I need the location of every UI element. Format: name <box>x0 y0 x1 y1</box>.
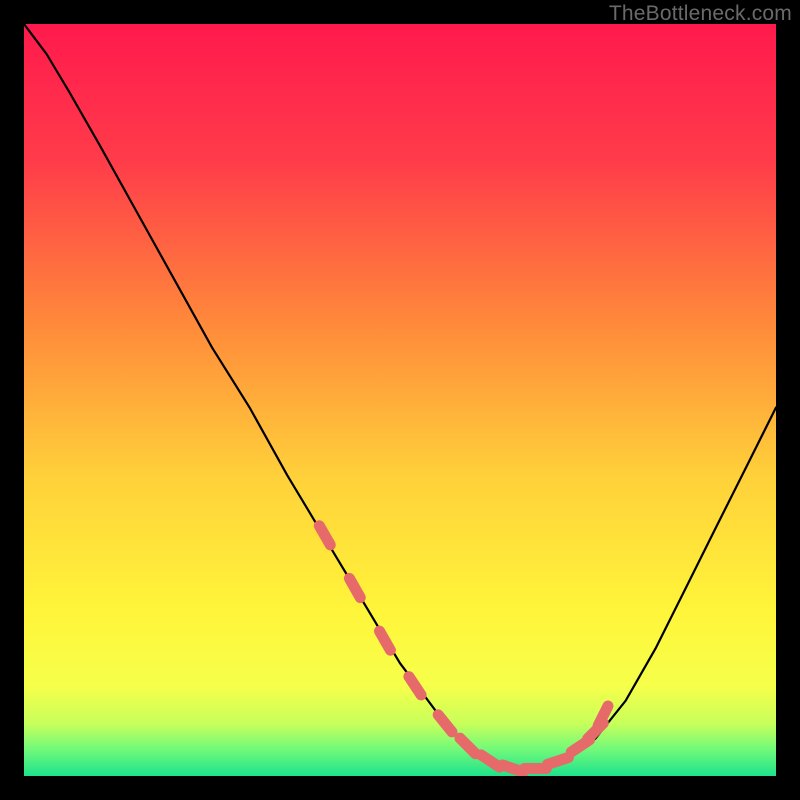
bottleneck-chart <box>24 24 776 776</box>
marker-dash <box>548 758 569 765</box>
chart-frame <box>24 24 776 776</box>
watermark-text: TheBottleneck.com <box>609 2 792 26</box>
